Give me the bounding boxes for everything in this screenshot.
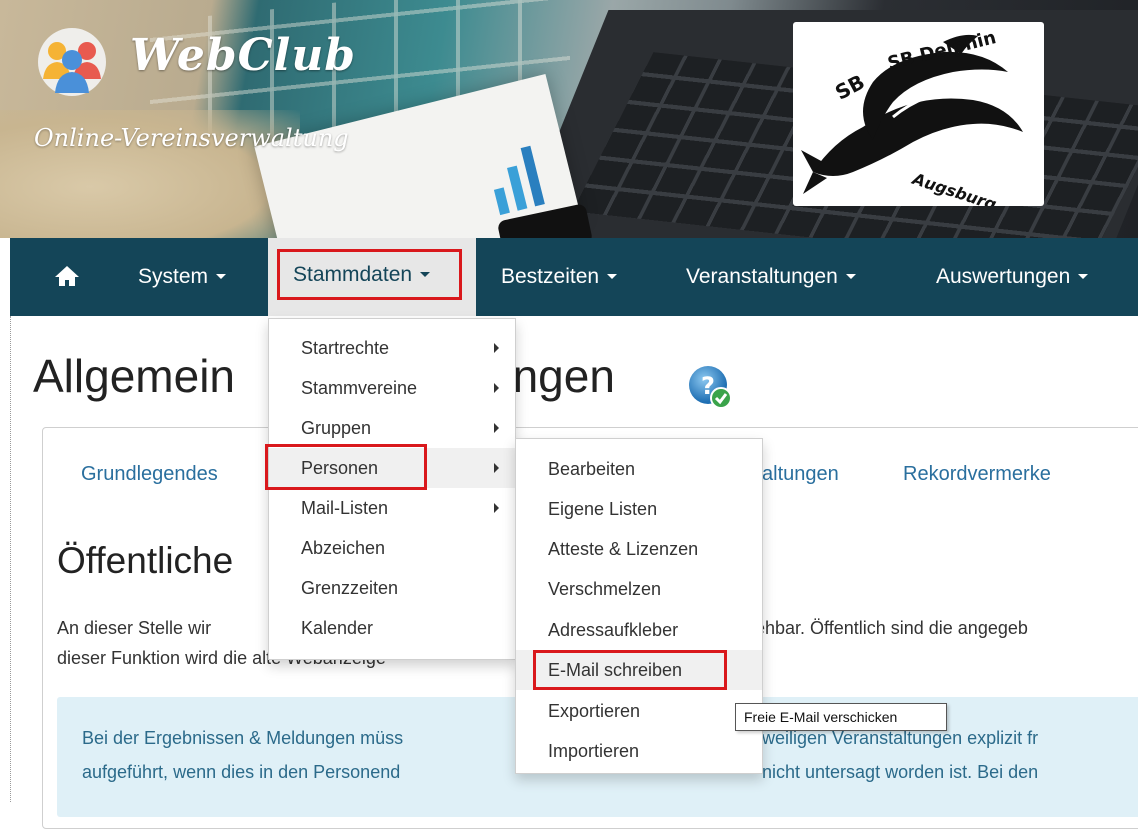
menu-item-gruppen[interactable]: Gruppen: [269, 408, 515, 448]
tab-veranstaltungen[interactable]: altungen: [762, 463, 839, 486]
menu-item-adressaufkleber[interactable]: Adressaufkleber: [516, 610, 762, 650]
menu-item-atteste-lizenzen[interactable]: Atteste & Lizenzen: [516, 529, 762, 569]
home-icon[interactable]: [54, 265, 80, 287]
caret-down-icon: [607, 273, 618, 279]
caret-down-icon: [1078, 273, 1089, 279]
caret-down-icon: [216, 273, 227, 279]
tab-grundlegendes[interactable]: Grundlegendes: [81, 463, 218, 486]
caret-right-icon: [494, 423, 499, 433]
menu-item-startrechte[interactable]: Startrechte: [269, 328, 515, 368]
nav-bestzeiten[interactable]: Bestzeiten: [501, 238, 618, 316]
dolphin-logo-icon: SB SB Delphin Augsburg: [801, 27, 1023, 214]
webclub-logo-icon: [38, 28, 106, 96]
menu-item-verschmelzen[interactable]: Verschmelzen: [516, 569, 762, 609]
menu-item-kalender[interactable]: Kalender: [269, 608, 515, 648]
menu-item-importieren[interactable]: Importieren: [516, 731, 762, 771]
menu-item-eigene-listen[interactable]: Eigene Listen: [516, 489, 762, 529]
menu-item-stammvereine[interactable]: Stammvereine: [269, 368, 515, 408]
caret-right-icon: [494, 503, 499, 513]
caret-right-icon: [494, 343, 499, 353]
paragraph-text: An dieser Stelle wir: [57, 618, 212, 638]
help-icon[interactable]: ?: [686, 363, 734, 411]
menu-item-abzeichen[interactable]: Abzeichen: [269, 528, 515, 568]
personen-submenu: Bearbeiten Eigene Listen Atteste & Lizen…: [515, 438, 763, 774]
nav-system[interactable]: System: [138, 238, 227, 316]
menu-item-bearbeiten[interactable]: Bearbeiten: [516, 449, 762, 489]
caret-right-icon: [494, 383, 499, 393]
paragraph-text: sehbar. Öffentlich sind die angegeb: [746, 618, 1028, 638]
info-text: Bei der Ergebnissen & Meldungen müss: [82, 728, 404, 748]
brand-subtitle: Online-Vereinsverwaltung: [34, 124, 349, 152]
nav-auswertungen[interactable]: Auswertungen: [936, 238, 1089, 316]
tab-rekordvermerke[interactable]: Rekordvermerke: [903, 463, 1051, 486]
menu-item-exportieren[interactable]: Exportieren: [516, 691, 762, 731]
highlight-email-schreiben: [533, 650, 727, 690]
menu-item-grenzzeiten[interactable]: Grenzzeiten: [269, 568, 515, 608]
club-logo: SB SB Delphin Augsburg: [793, 22, 1044, 214]
section-title: Öffentliche: [57, 540, 234, 581]
menu-item-mail-listen[interactable]: Mail-Listen: [269, 488, 515, 528]
svg-text:SB: SB: [831, 70, 868, 105]
info-text: weiligen Veranstaltungen explizit fr: [762, 728, 1039, 748]
tooltip: Freie E-Mail verschicken: [735, 703, 947, 731]
nav-veranstaltungen[interactable]: Veranstaltungen: [686, 238, 856, 316]
caret-down-icon: [420, 271, 431, 277]
caret-down-icon: [845, 273, 856, 279]
nav-stammdaten[interactable]: Stammdaten: [277, 249, 462, 300]
caret-right-icon: [494, 463, 499, 473]
brand-title: WebClub: [130, 30, 357, 81]
main-navbar: System Bestzeiten Veranstaltungen Auswer…: [10, 238, 1138, 316]
highlight-personen: [265, 444, 427, 490]
info-text: nicht untersagt worden ist. Bei den: [762, 762, 1039, 782]
info-text: aufgeführt, wenn dies in den Personend: [82, 762, 401, 782]
svg-text:Augsburg: Augsburg: [908, 169, 998, 206]
